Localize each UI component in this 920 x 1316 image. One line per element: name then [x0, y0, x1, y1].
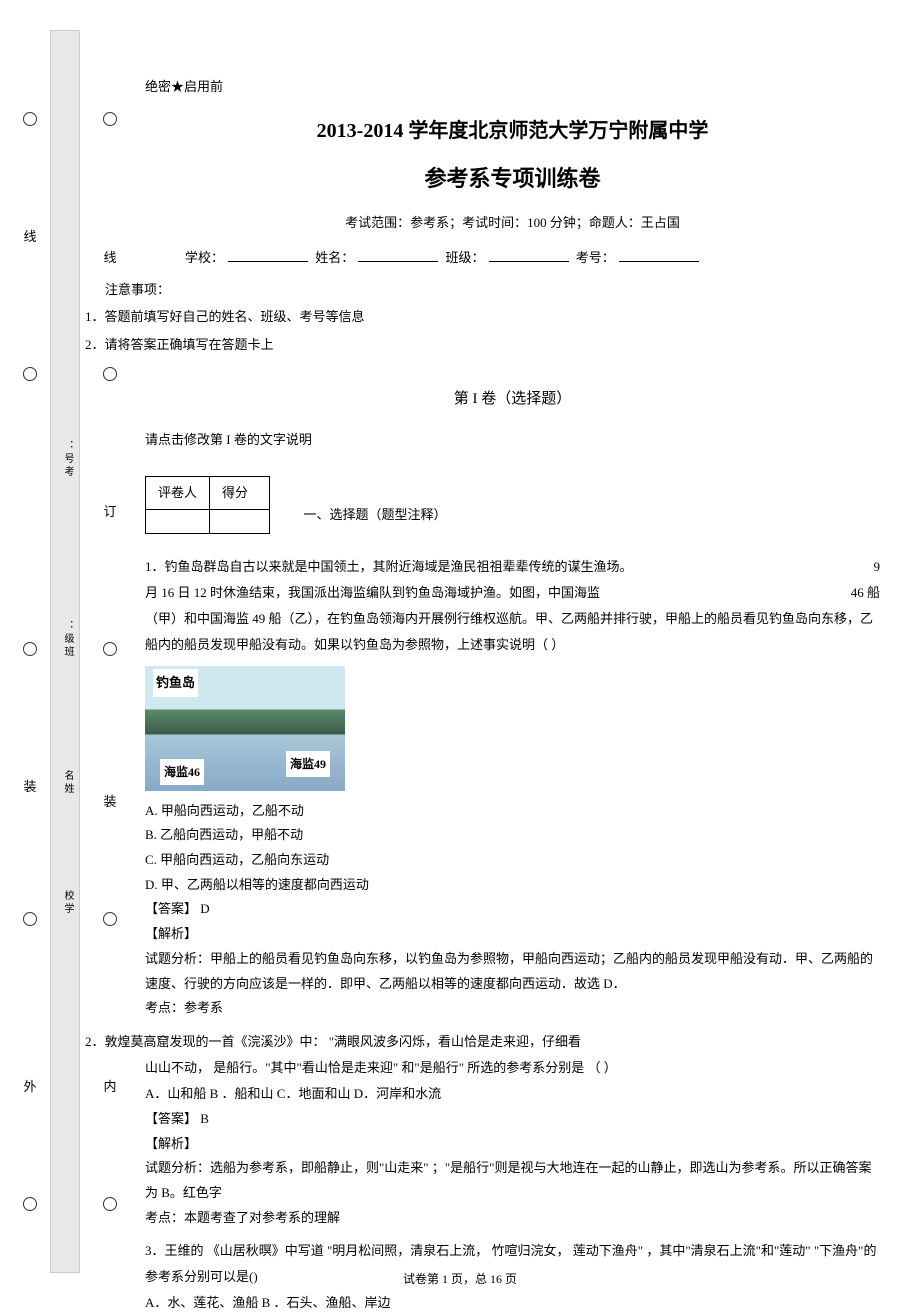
vertical-label-school: 校学 — [58, 890, 76, 916]
vertical-label-number: ：号考 — [58, 440, 76, 479]
circle-icon — [103, 1197, 117, 1211]
page-wrapper: 线 装 外 线 订 装 内 ：号考 ：级班 名姓 校学 绝密★启用前 2013-… — [0, 0, 920, 1303]
vertical-label-class: ：级班 — [58, 620, 76, 659]
q2-line-1: 2．敦煌莫高窟发现的一首《浣溪沙》中： "满眼风波多闪烁，看山恰是走来迎，仔细看 — [85, 1029, 880, 1055]
circle-icon — [23, 367, 37, 381]
q2-options: A．山和船 B ．船和山 C．地面和山 D．河岸和水流 — [145, 1081, 880, 1107]
main-title: 2013-2014 学年度北京师范大学万宁附属中学 — [145, 113, 880, 149]
score-table: 评卷人 得分 — [145, 476, 270, 533]
margin-label: 装 — [95, 790, 125, 813]
circle-icon — [23, 112, 37, 126]
section-title: 第 I 卷（选择题） — [145, 386, 880, 413]
circle-icon — [23, 1197, 37, 1211]
instruction-text: 请点击修改第 I 卷的文字说明 — [145, 428, 880, 451]
q2-answer: 【答案】 B — [145, 1107, 880, 1132]
margin-label: 线 — [15, 225, 45, 248]
student-info-row: 学校： 姓名： 班级： 考号： — [145, 246, 880, 269]
score-header: 得分 — [210, 477, 270, 509]
q1-line-1-tail: 9 — [874, 554, 881, 580]
q1-option-b: B. 乙船向西运动，甲船不动 — [145, 823, 880, 848]
q1-line-2: 月 16 日 12 时休渔结束，我国派出海监编队到钓鱼岛海域护渔。如图，中国海监 — [145, 580, 600, 606]
scorer-header: 评卷人 — [146, 477, 210, 509]
question-2: 2．敦煌莫高窟发现的一首《浣溪沙》中： "满眼风波多闪烁，看山恰是走来迎，仔细看… — [85, 1029, 880, 1230]
school-blank[interactable] — [228, 261, 308, 262]
q2-point: 考点：本题考查了对参考系的理解 — [145, 1206, 880, 1231]
q1-option-a: A. 甲船向西运动，乙船不动 — [145, 799, 880, 824]
circle-icon — [103, 367, 117, 381]
notice-header: 注意事项： — [105, 278, 880, 301]
q2-explain-header: 【解析】 — [145, 1132, 880, 1157]
circle-icon — [103, 912, 117, 926]
notice-item-2: 2．请将答案正确填写在答题卡上 — [85, 333, 880, 356]
secrecy-label: 绝密★启用前 — [145, 75, 880, 98]
inner-margin-marks: 线 订 装 内 — [95, 0, 125, 1303]
margin-label: 订 — [95, 500, 125, 523]
question-1-image: 钓鱼岛 海监49 海监46 — [145, 666, 345, 791]
main-content: 绝密★启用前 2013-2014 学年度北京师范大学万宁附属中学 参考系专项训练… — [145, 0, 880, 1316]
circle-icon — [103, 642, 117, 656]
q1-option-c: C. 甲船向西运动，乙船向东运动 — [145, 848, 880, 873]
class-label: 班级： — [446, 250, 485, 265]
number-label: 考号： — [576, 250, 615, 265]
q1-explain-text: 试题分析：甲船上的船员看见钓鱼岛向东移，以钓鱼岛为参照物，甲船向西运动；乙船内的… — [145, 947, 880, 996]
margin-label: 内 — [95, 1075, 125, 1098]
q2-line-2: 山山不动， 是船行。"其中"看山恰是走来迎" 和"是船行" 所选的参考系分别是 … — [145, 1055, 880, 1081]
circle-icon — [103, 112, 117, 126]
img-island-label: 钓鱼岛 — [153, 669, 198, 697]
q1-options: A. 甲船向西运动，乙船不动 B. 乙船向西运动，甲船不动 C. 甲船向西运动，… — [145, 799, 880, 898]
q1-answer: 【答案】 D — [145, 897, 880, 922]
q1-option-d: D. 甲、乙两船以相等的速度都向西运动 — [145, 873, 880, 898]
q1-line-1: 1．钓鱼岛群岛自古以来就是中国领土，其附近海域是渔民祖祖辈辈传统的谋生渔场。 — [145, 554, 633, 580]
img-ship49-label: 海监49 — [286, 751, 330, 777]
q2-explain-text: 试题分析：选船为参考系，即船静止，则"山走来" ；"是船行"则是视与大地连在一起… — [145, 1156, 880, 1205]
img-ship46-label: 海监46 — [160, 759, 204, 785]
number-blank[interactable] — [619, 261, 699, 262]
q2-answer-block: 【答案】 B 【解析】 试题分析：选船为参考系，即船静止，则"山走来" ；"是船… — [145, 1107, 880, 1230]
score-cell[interactable] — [210, 509, 270, 533]
class-blank[interactable] — [489, 261, 569, 262]
notice-item-1: 1．答题前填写好自己的姓名、班级、考号等信息 — [85, 305, 880, 328]
q3-options: A．水、莲花、渔船 B ．石头、渔船、岸边 — [145, 1290, 880, 1316]
school-label: 学校： — [185, 250, 224, 265]
q1-answer-block: 【答案】 D 【解析】 试题分析：甲船上的船员看见钓鱼岛向东移，以钓鱼岛为参照物… — [145, 897, 880, 1020]
section-type-label: 一、选择题（题型注释） — [304, 503, 447, 526]
margin-label: 外 — [15, 1075, 45, 1098]
name-label: 姓名： — [315, 250, 354, 265]
vertical-label-name: 名姓 — [58, 770, 76, 796]
question-1: 1．钓鱼岛群岛自古以来就是中国领土，其附近海域是渔民祖祖辈辈传统的谋生渔场。 9… — [145, 554, 880, 1021]
margin-label: 装 — [15, 775, 45, 798]
score-row: 评卷人 得分 一、选择题（题型注释） — [145, 476, 880, 553]
exam-info: 考试范围：参考系；考试时间：100 分钟；命题人：王占国 — [145, 211, 880, 234]
name-blank[interactable] — [358, 261, 438, 262]
margin-label: 线 — [95, 246, 125, 269]
page-footer: 试卷第 1 页，总 16 页 — [0, 1269, 920, 1291]
q1-explain-header: 【解析】 — [145, 922, 880, 947]
q1-line-2-tail: 46 船 — [851, 580, 880, 606]
scorer-cell[interactable] — [146, 509, 210, 533]
circle-icon — [23, 642, 37, 656]
sub-title: 参考系专项训练卷 — [145, 159, 880, 199]
q1-point: 考点：参考系 — [145, 996, 880, 1021]
circle-icon — [23, 912, 37, 926]
outer-margin-marks: 线 装 外 — [15, 0, 45, 1303]
q1-line-3: （甲）和中国海监 49 船（乙），在钓鱼岛领海内开展例行维权巡航。甲、乙两船并排… — [145, 606, 880, 658]
